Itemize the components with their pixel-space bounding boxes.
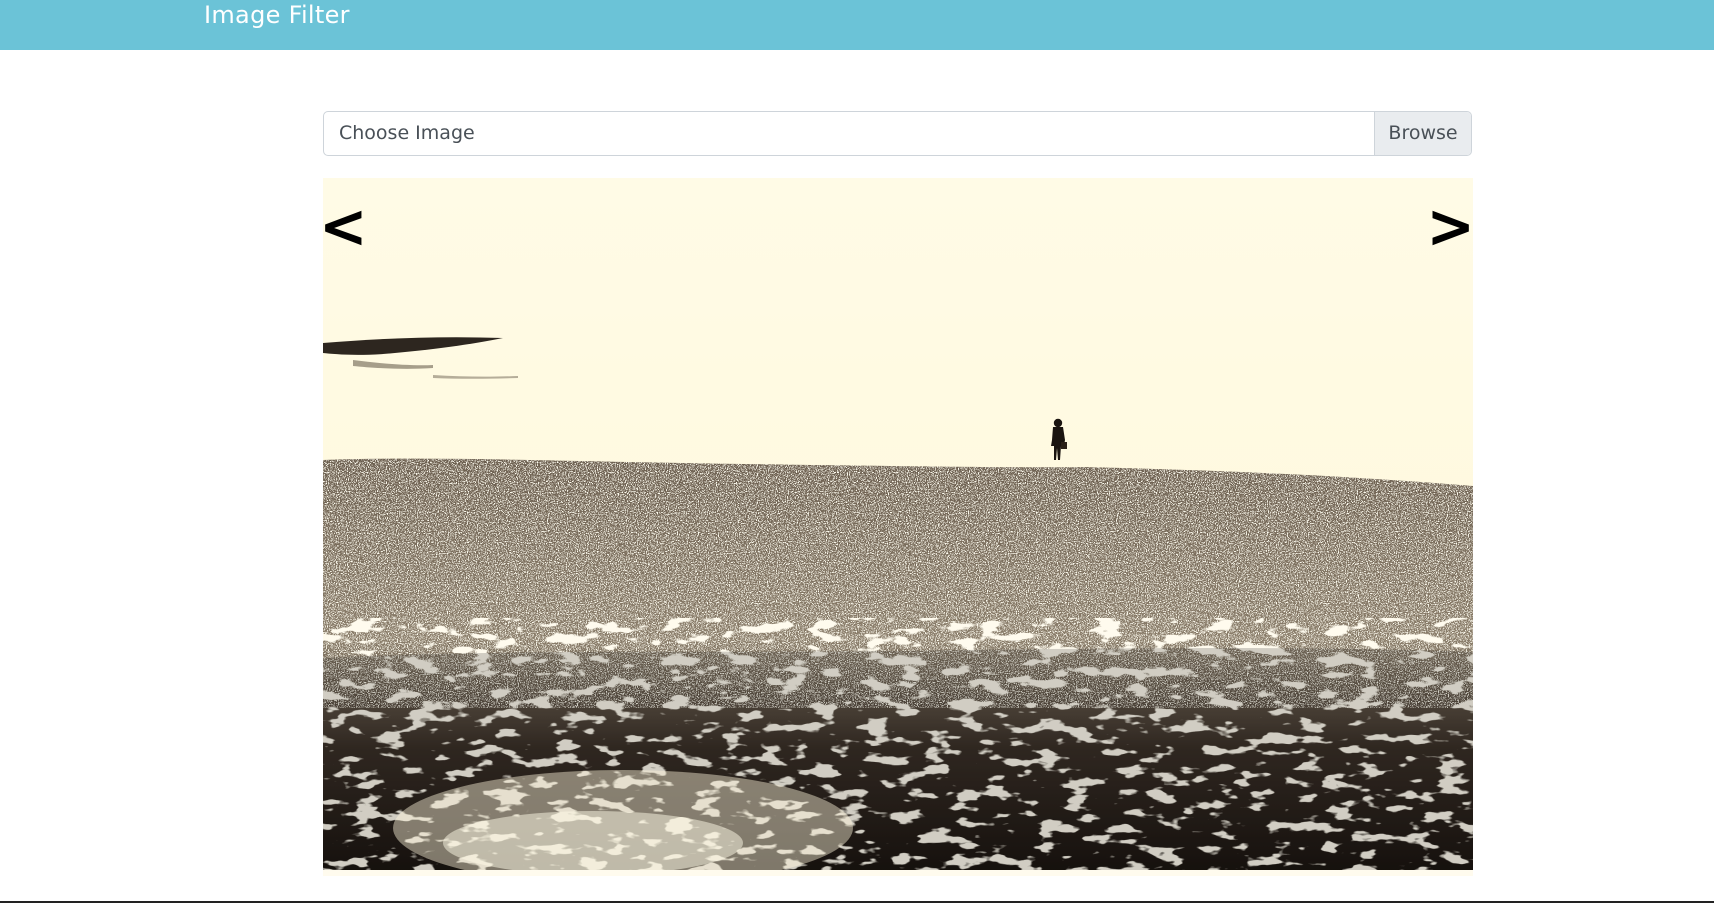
next-arrow-button[interactable]: > — [1426, 192, 1473, 259]
filtered-photo — [323, 178, 1473, 876]
brand-title[interactable]: Image Filter — [204, 0, 350, 30]
previous-arrow-button[interactable]: < — [323, 192, 368, 259]
navbar: Image Filter — [0, 0, 1714, 50]
file-input-label[interactable]: Choose Image — [339, 112, 475, 155]
file-input-group[interactable]: Choose Image Browse — [323, 111, 1472, 156]
image-viewer: < > — [323, 178, 1473, 876]
browse-button[interactable]: Browse — [1374, 112, 1471, 155]
